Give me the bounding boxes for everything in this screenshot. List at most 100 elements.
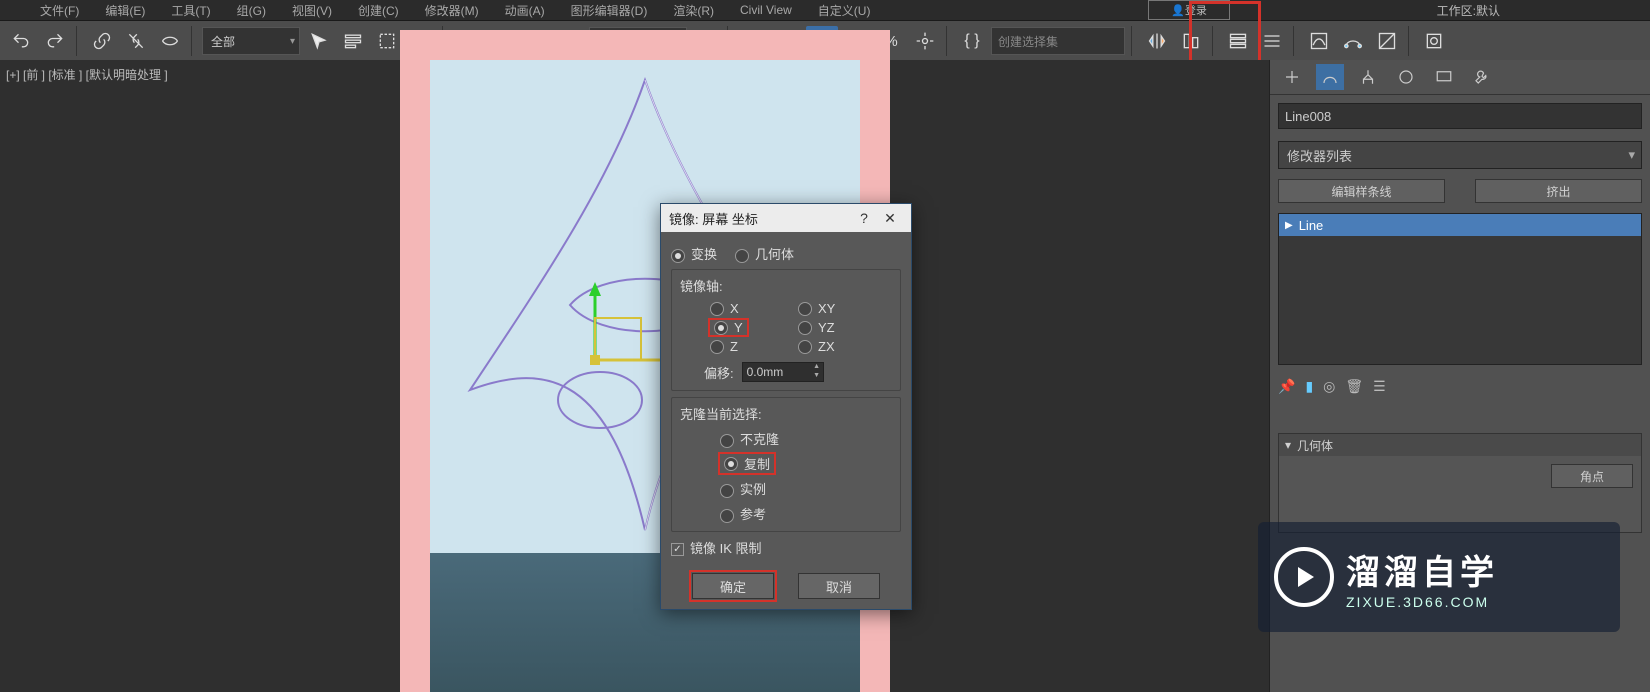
modifier-stack[interactable]: ▶ Line [1278,213,1642,365]
modifier-list-dropdown[interactable]: 修改器列表 [1278,141,1642,169]
menu-modifiers[interactable]: 修改器(M) [425,2,479,19]
align-button[interactable] [1176,26,1206,56]
rollout-title: 几何体 [1297,437,1333,454]
radio-axis-y[interactable]: Y [710,320,780,335]
radio-clone-none[interactable]: 不克隆 [720,429,892,448]
ok-button[interactable]: 确定 [692,573,774,599]
radio-axis-x[interactable]: X [710,301,780,316]
curve-editor-button[interactable] [1304,26,1334,56]
radio-geometry[interactable]: 几何体 [735,244,794,263]
tab-display[interactable] [1430,64,1458,90]
configure-sets-icon[interactable]: ☰ [1373,378,1386,395]
radio-axis-zx[interactable]: ZX [798,339,868,354]
rect-select-region-button[interactable] [372,26,402,56]
menu-customize[interactable]: 自定义(U) [818,2,871,19]
viewport-label: [+] [前 ] [标准 ] [默认明暗处理 ] [6,66,168,83]
render-setup-button[interactable] [1419,26,1449,56]
mirror-button[interactable] [1142,26,1172,56]
vertex-type-button[interactable]: 角点 [1551,464,1633,488]
menu-tools[interactable]: 工具(T) [171,2,210,19]
menu-animation[interactable]: 动画(A) [505,2,545,19]
dialog-title: 镜像: 屏幕 坐标 [669,209,758,228]
dialog-titlebar[interactable]: 镜像: 屏幕 坐标 ? ✕ [661,204,911,232]
cancel-button[interactable]: 取消 [798,573,880,599]
radio-axis-xy[interactable]: XY [798,301,868,316]
radio-clone-copy[interactable]: 复制 [720,454,892,473]
watermark-url: ZIXUE.3D66.COM [1346,594,1498,610]
viewport-area: [+] [前 ] [标准 ] [默认明暗处理 ] [0,60,1270,692]
select-object-button[interactable] [304,26,334,56]
layer-explorer-button[interactable] [1223,26,1253,56]
watermark: 溜溜自学 ZIXUE.3D66.COM [1258,522,1620,632]
menu-edit[interactable]: 编辑(E) [105,2,145,19]
move-button[interactable] [453,26,483,56]
window-crossing-button[interactable] [406,26,436,56]
remove-modifier-icon[interactable]: 🗑 [1345,378,1363,395]
menu-view[interactable]: 视图(V) [292,2,332,19]
radio-axis-z[interactable]: Z [710,339,780,354]
named-sel-edit-button[interactable]: { } [957,26,987,56]
offset-label: 偏移: [704,363,734,382]
use-pivot-button[interactable] [691,26,721,56]
toggle-ribbon-button[interactable] [1257,26,1287,56]
mirror-dialog: 镜像: 屏幕 坐标 ? ✕ 变换 几何体 镜像轴: X XY Y YZ Z ZX… [660,203,912,610]
menu-civilview[interactable]: Civil View [740,3,792,17]
group-mirror-axis: 镜像轴: X XY Y YZ Z ZX 偏移: ▲▼ [671,269,901,391]
ref-coord-dropdown[interactable]: 视图 [589,27,687,55]
make-unique-icon[interactable]: ◎ [1323,378,1335,395]
chevron-down-icon: ▾ [1285,438,1291,452]
percent-snap-button[interactable]: % [876,26,906,56]
radio-transform[interactable]: 变换 [671,244,717,263]
radio-clone-reference[interactable]: 参考 [720,504,892,523]
modifier-button-editspline[interactable]: 编辑样条线 [1278,179,1445,203]
snap-toggle-button[interactable]: 2₅ [806,26,838,56]
group-clone: 克隆当前选择: 不克隆 复制 实例 参考 [671,397,901,532]
axis-title: 镜像轴: [680,276,892,295]
user-icon: 👤 [1171,4,1185,17]
modifier-button-extrude[interactable]: 挤出 [1475,179,1642,203]
select-manipulate-button[interactable] [738,26,768,56]
checkbox-mirror-ik[interactable]: 镜像 IK 限制 [671,541,762,556]
placement-button[interactable] [555,26,585,56]
selection-filter-dropdown[interactable]: 全部 [202,27,300,55]
angle-snap-button[interactable] [842,26,872,56]
stack-item-line[interactable]: ▶ Line [1279,214,1641,236]
menu-file[interactable]: 文件(F) [40,2,79,19]
object-name-field[interactable]: Line008 [1278,103,1642,129]
help-button[interactable]: ? [851,210,877,226]
menu-grapheditors[interactable]: 图形编辑器(D) [571,2,648,19]
tab-hierarchy[interactable] [1354,64,1382,90]
radio-axis-yz[interactable]: YZ [798,320,868,335]
login-label: 登录 [1185,2,1207,18]
tab-modify[interactable] [1316,64,1344,90]
schematic-view-button[interactable] [1338,26,1368,56]
show-end-result-icon[interactable]: ▮ [1305,378,1313,395]
bind-spacewarp-button[interactable] [155,26,185,56]
offset-input[interactable] [743,365,811,379]
material-editor-button[interactable] [1372,26,1402,56]
keyboard-shortcut-button[interactable] [772,26,802,56]
undo-button[interactable] [6,26,36,56]
login-button[interactable]: 👤 登录 [1148,0,1230,20]
redo-button[interactable] [40,26,70,56]
scale-button[interactable] [521,26,551,56]
radio-clone-instance[interactable]: 实例 [720,479,892,498]
menu-group[interactable]: 组(G) [237,2,266,19]
menu-bar: 文件(F) 编辑(E) 工具(T) 组(G) 视图(V) 创建(C) 修改器(M… [0,0,1650,21]
tab-motion[interactable] [1392,64,1420,90]
pin-stack-icon[interactable]: 📌 [1278,378,1295,395]
play-icon [1274,547,1334,607]
link-button[interactable] [87,26,117,56]
named-selection-input[interactable]: 创建选择集 [991,27,1125,55]
tab-utilities[interactable] [1468,64,1496,90]
rotate-button[interactable] [487,26,517,56]
menu-create[interactable]: 创建(C) [358,2,399,19]
offset-spinner[interactable]: ▲▼ [742,362,824,382]
unlink-button[interactable] [121,26,151,56]
select-by-name-button[interactable] [338,26,368,56]
rollout-header-geometry[interactable]: ▾ 几何体 [1279,434,1641,456]
menu-render[interactable]: 渲染(R) [673,2,714,19]
close-button[interactable]: ✕ [877,210,903,227]
spinner-snap-button[interactable] [910,26,940,56]
tab-create[interactable] [1278,64,1306,90]
